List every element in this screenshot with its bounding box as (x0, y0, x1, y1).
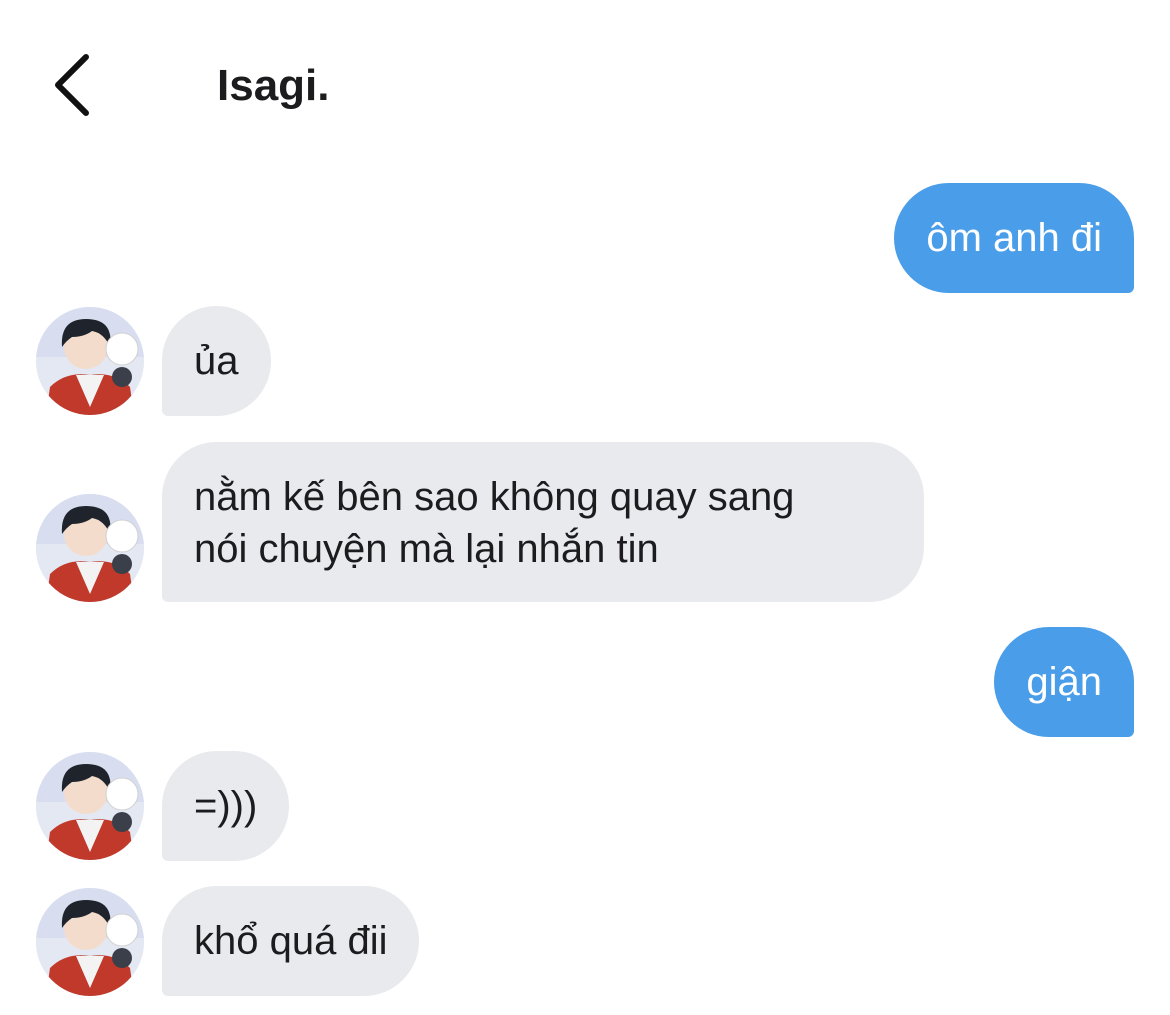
message-bubble-incoming[interactable]: nằm kế bên sao không quay sang nói chuyệ… (162, 442, 924, 602)
back-button[interactable] (40, 50, 100, 120)
message-bubble-incoming[interactable]: khổ quá đii (162, 886, 420, 996)
chevron-left-icon (55, 54, 89, 116)
message-text: khổ quá đii (194, 919, 388, 963)
avatar[interactable] (36, 752, 144, 860)
message-text-line: nói chuyện mà lại nhắn tin (194, 527, 659, 571)
message-text: giận (1026, 660, 1102, 704)
page-title: Isagi. (217, 61, 330, 110)
avatar[interactable] (36, 888, 144, 996)
message-bubble-outgoing[interactable]: ôm anh đi (894, 183, 1134, 293)
message-bubble-incoming[interactable]: ủa (162, 306, 271, 416)
avatar-image (36, 888, 144, 996)
message-text-line: nằm kế bên sao không quay sang (194, 475, 795, 519)
avatar-image (36, 494, 144, 602)
message-bubble-incoming[interactable]: =))) (162, 751, 290, 861)
avatar[interactable] (36, 307, 144, 415)
avatar[interactable] (36, 494, 144, 602)
message-text: ủa (194, 339, 239, 383)
message-bubble-outgoing[interactable]: giận (994, 627, 1134, 737)
avatar-image (36, 752, 144, 860)
message-text: ôm anh đi (926, 216, 1102, 260)
avatar-image (36, 307, 144, 415)
chat-header: Isagi. (0, 0, 1170, 170)
message-text: =))) (194, 784, 258, 828)
